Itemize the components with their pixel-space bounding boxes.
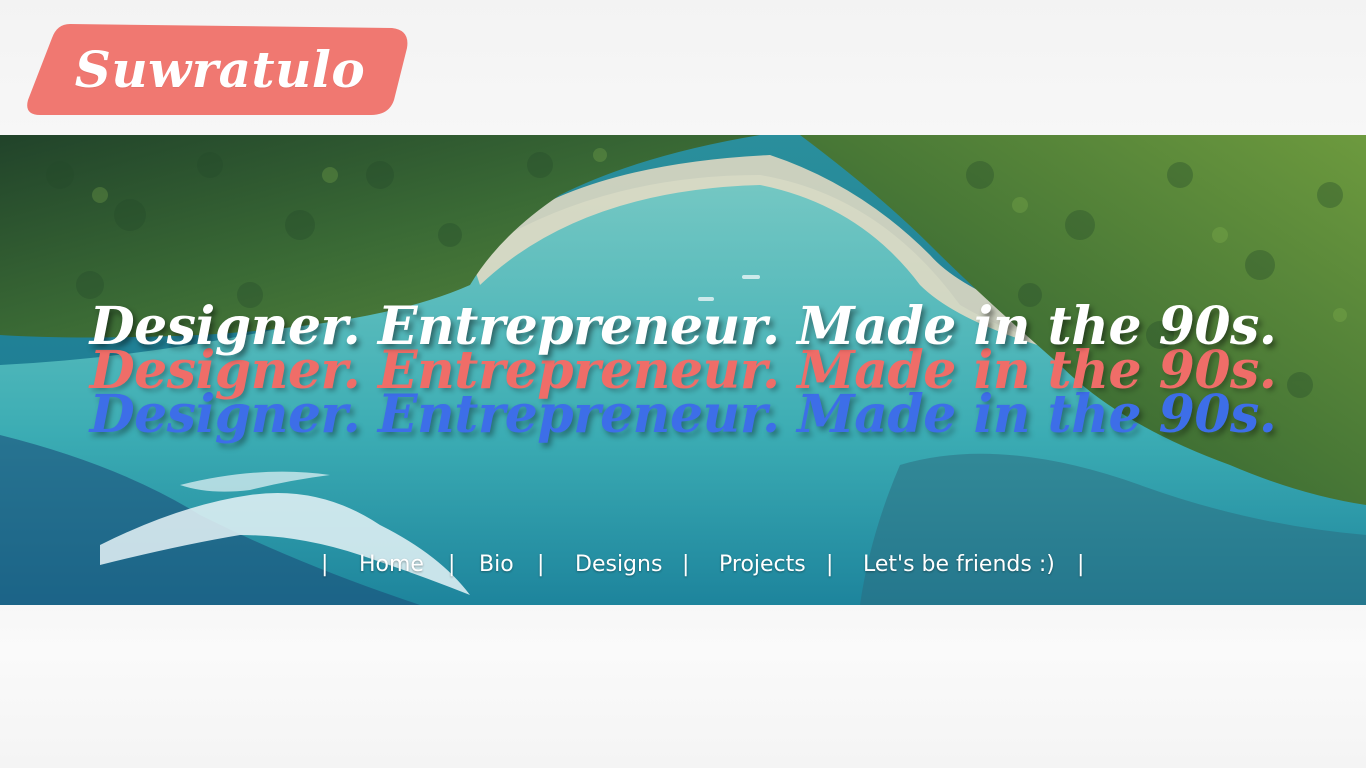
headline-main: Designer. Entrepreneur. Made in the 90s.	[89, 296, 1277, 357]
hero-banner: Designer. Entrepreneur. Made in the 90s.…	[0, 135, 1366, 605]
nav-separator: |	[448, 552, 456, 577]
nav-separator: |	[537, 552, 545, 577]
nav-link-lets-be-friends[interactable]: Let's be friends :)	[863, 552, 1055, 577]
nav-separator: |	[826, 552, 834, 577]
main-navigation: | Home | Bio | Designs | Projects | Let'…	[0, 551, 1366, 579]
nav-link-home[interactable]: Home	[359, 552, 424, 577]
nav-separator: |	[321, 552, 329, 577]
nav-link-bio[interactable]: Bio	[479, 552, 514, 577]
nav-separator: |	[1077, 552, 1085, 577]
nav-separator: |	[682, 552, 690, 577]
logo-text: Suwratulo	[74, 39, 366, 99]
page: Suwratulo Designer. Entrepreneur. Made i…	[0, 0, 1366, 768]
nav-link-projects[interactable]: Projects	[719, 552, 806, 577]
nav-link-designs[interactable]: Designs	[575, 552, 662, 577]
site-header: Suwratulo	[0, 0, 1366, 135]
site-logo[interactable]: Suwratulo	[26, 22, 408, 116]
